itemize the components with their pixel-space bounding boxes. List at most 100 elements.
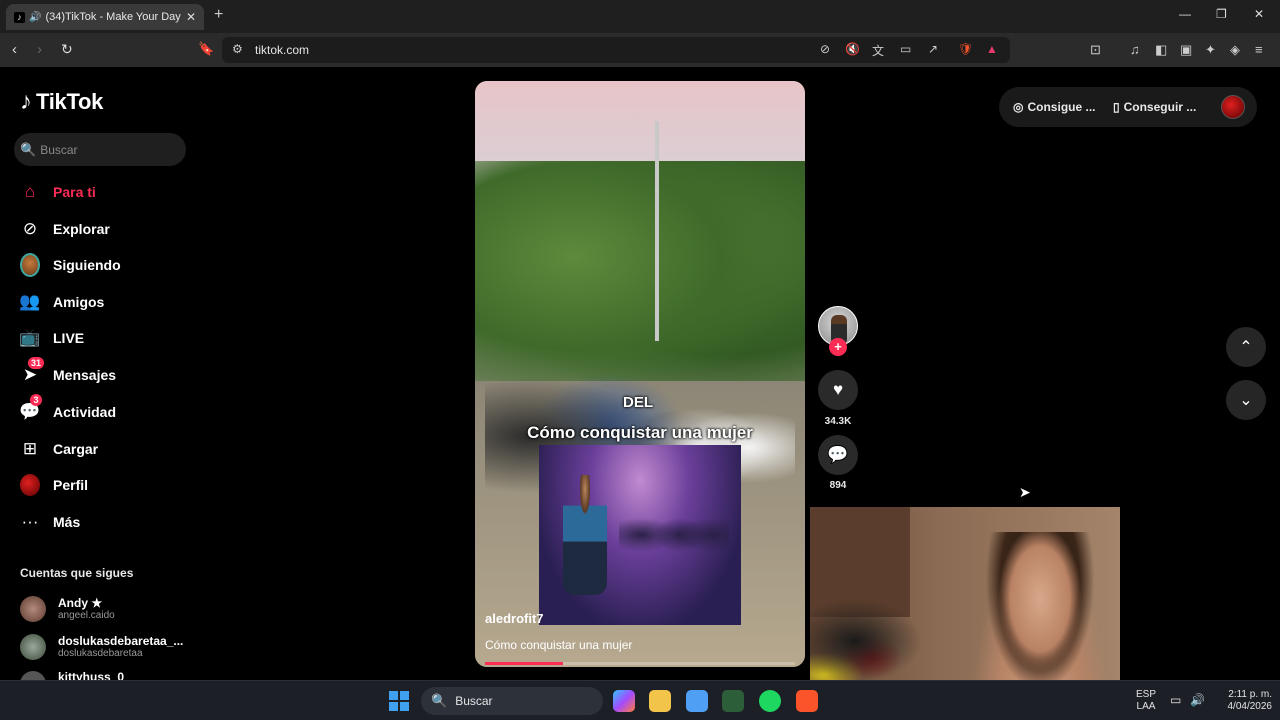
spotify-icon[interactable] (759, 690, 781, 712)
nav-label: Amigos (53, 294, 105, 310)
header-profile-avatar[interactable] (1221, 95, 1245, 119)
file-explorer-icon[interactable] (649, 690, 671, 712)
following-account[interactable]: kittyhuss_0 (20, 671, 190, 680)
heart-icon: ♥ (832, 380, 844, 399)
nav-actividad[interactable]: 💬 3 Actividad (19, 394, 190, 425)
url-text[interactable]: tiktok.com (255, 43, 309, 57)
nav-amigos[interactable]: 👥 Amigos (19, 289, 190, 315)
brave-browser-icon[interactable] (796, 690, 818, 712)
follow-plus-button[interactable]: + (829, 338, 847, 356)
back-icon[interactable]: ‹ (12, 41, 17, 58)
nav-mensajes[interactable]: ➤ 31 Mensajes (20, 357, 190, 388)
video-progress-bar[interactable] (485, 662, 795, 665)
sidebar-toggle-icon[interactable]: ◧ (1155, 42, 1167, 58)
video-progress-fill (485, 662, 563, 665)
language-indicator[interactable]: ESP LAA (1133, 689, 1159, 713)
video-author[interactable]: aledrofit7 (485, 611, 544, 626)
nav-live[interactable]: 📺 LIVE (19, 325, 190, 351)
share-icon[interactable]: ↗ (928, 42, 938, 56)
volume-icon[interactable]: 🔊 (1190, 693, 1205, 707)
address-bar[interactable]: ⚙ tiktok.com ⊘ 🔇 文 ▭ ↗ 🛡 ▲ (222, 37, 1010, 63)
video-overlay-word: DEL (623, 394, 653, 411)
activity-icon: 💬 3 (19, 394, 42, 421)
messages-badge: 31 (28, 357, 45, 369)
language-line2: LAA (1136, 701, 1156, 712)
browser-tab[interactable]: ♪ 🔊 (34)TikTok - Make Your Day ✕ (6, 4, 204, 30)
minimize-icon[interactable]: — (1179, 7, 1191, 21)
nav-label: Perfil (53, 477, 89, 493)
account-avatar (20, 596, 46, 622)
illustration-woman (563, 475, 607, 595)
comment-button[interactable]: 💬 (818, 435, 858, 475)
activity-badge: 3 (30, 394, 42, 406)
illustration-crowd (619, 495, 729, 575)
previous-video-button[interactable]: ⌃ (1226, 327, 1266, 367)
account-name: kittyhuss_0 (58, 671, 125, 680)
translate-icon[interactable]: 文 (872, 42, 884, 59)
vpn-icon[interactable]: ◈ (1230, 42, 1240, 58)
nav-cargar[interactable]: ⊞ Cargar (20, 436, 190, 462)
brave-shield-icon[interactable]: 🛡 (958, 42, 973, 56)
browser-toolbar: ‹ › ↻ 🔖 ⚙ tiktok.com ⊘ 🔇 文 ▭ ↗ 🛡 ▲ ⊡ ♫ ◧… (0, 33, 1280, 67)
nav-label: Actividad (53, 404, 117, 420)
microsoft-store-icon[interactable] (686, 690, 708, 712)
tiktok-logo[interactable]: ♪ TikTok (20, 88, 103, 116)
get-app-button[interactable]: ▯ Conseguir ... (1113, 100, 1196, 114)
get-coins-button[interactable]: ◎ Consigue ... (1013, 100, 1096, 114)
nav-siguiendo[interactable]: Siguiendo (20, 252, 190, 278)
search-input[interactable]: 🔍 Buscar (14, 133, 186, 166)
taskbar-search[interactable]: 🔍 Buscar (421, 687, 603, 715)
nav-label: Mensajes (53, 367, 117, 383)
reader-icon[interactable]: ⊡ (1090, 42, 1101, 58)
cast-icon[interactable]: ▭ (900, 42, 911, 56)
clock[interactable]: 2:11 p. m. 4/04/2026 (1212, 689, 1273, 713)
tiktok-favicon-icon: ♪ (14, 11, 25, 23)
search-icon: 🔍 (431, 693, 448, 708)
next-video-button[interactable]: ⌄ (1226, 380, 1266, 420)
nav-label: Cargar (53, 441, 99, 457)
bookmark-icon[interactable]: 🔖 (198, 41, 214, 57)
phone-icon: ▯ (1113, 100, 1120, 114)
nav-para-ti[interactable]: ⌂ Para ti (20, 179, 190, 205)
get-app-label: Conseguir ... (1123, 100, 1197, 114)
app-icon[interactable] (722, 690, 744, 712)
search-icon: 🔍 (20, 141, 37, 157)
no-autoplay-icon[interactable]: ⊘ (820, 42, 830, 56)
nav-mas[interactable]: ··· Más (20, 509, 190, 535)
media-icon[interactable]: ♫ (1130, 42, 1140, 57)
video-player[interactable]: DEL Cómo conquistar una mujer aledrofit7… (475, 81, 805, 667)
close-window-icon[interactable]: ✕ (1254, 7, 1264, 21)
following-account[interactable]: Andy ★ angeel.caido (20, 595, 190, 623)
windows-start-icon[interactable] (389, 691, 409, 711)
leo-ai-icon[interactable]: ✦ (1205, 42, 1216, 58)
mute-icon[interactable]: 🔇 (845, 42, 860, 56)
video-overlay-title: Cómo conquistar una mujer (527, 423, 753, 442)
copilot-icon[interactable] (613, 690, 635, 712)
comment-count: 894 (829, 480, 847, 491)
tiktok-note-icon: ♪ (20, 88, 32, 115)
nav-explorar[interactable]: ⊘ Explorar (20, 216, 190, 242)
nav-label: LIVE (53, 330, 85, 346)
reload-icon[interactable]: ↻ (61, 41, 73, 58)
wallet-icon[interactable]: ▣ (1180, 42, 1192, 58)
send-icon: ➤ 31 (20, 357, 45, 385)
brave-rewards-icon[interactable]: ▲ (986, 42, 998, 56)
video-frame-pole (655, 121, 659, 341)
tab-title: (34)TikTok - Make Your Day (45, 11, 181, 23)
speaker-icon[interactable]: 🔊 (29, 12, 41, 23)
video-inset-illustration (539, 445, 741, 625)
windows-taskbar: 🔍 Buscar ESP LAA ▭ 🔊 2:11 p. m. 4/04/202… (0, 680, 1280, 720)
forward-icon[interactable]: › (37, 41, 42, 58)
network-icon[interactable]: ▭ (1170, 693, 1181, 707)
restore-icon[interactable]: ❐ (1216, 7, 1227, 21)
new-tab-icon[interactable]: + (214, 6, 223, 24)
site-settings-icon[interactable]: ⚙ (232, 42, 243, 56)
close-tab-icon[interactable]: ✕ (186, 10, 196, 24)
following-avatar-image (20, 253, 40, 277)
nav-perfil[interactable]: Perfil (20, 472, 190, 498)
like-count: 34.3K (824, 416, 852, 427)
account-avatar (20, 671, 46, 680)
following-account[interactable]: doslukasdebaretaa_... doslukasdebaretaa (20, 633, 190, 661)
like-button[interactable]: ♥ (818, 370, 858, 410)
menu-icon[interactable]: ≡ (1255, 42, 1263, 57)
